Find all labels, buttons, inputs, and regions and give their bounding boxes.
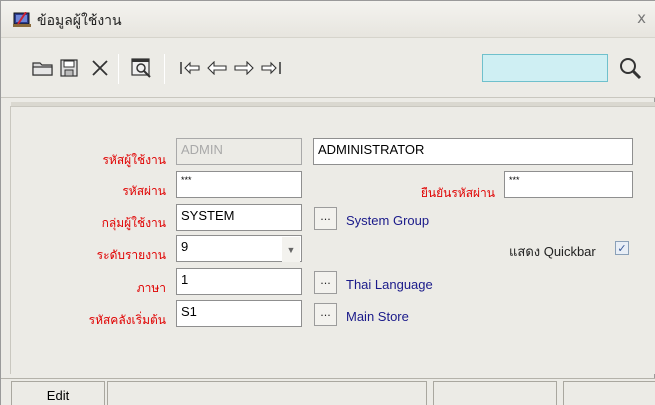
toolbar-separator <box>118 54 119 84</box>
quickbar-label: แสดง Quickbar <box>509 244 596 259</box>
window-title: ข้อมูลผู้ใช้งาน <box>37 13 122 29</box>
status-panel <box>107 381 427 405</box>
language-description: Thai Language <box>346 277 433 292</box>
magnifier-icon <box>620 58 642 80</box>
report-level-label: ระดับรายงาน <box>96 248 166 262</box>
previous-record-icon[interactable] <box>204 55 230 81</box>
save-icon[interactable] <box>56 55 82 81</box>
language-label: ภาษา <box>136 281 166 295</box>
open-folder-icon[interactable] <box>30 55 56 81</box>
default-store-description: Main Store <box>346 309 409 324</box>
user-group-description: System Group <box>346 213 430 228</box>
status-panel <box>433 381 557 405</box>
user-code-field: ADMIN <box>176 138 302 165</box>
report-level-value: 9 <box>181 239 189 254</box>
toolbar-separator <box>164 54 165 84</box>
status-mode: Edit <box>11 381 105 405</box>
preview-icon[interactable] <box>129 55 155 81</box>
next-record-icon[interactable] <box>231 55 257 81</box>
report-level-select[interactable]: 9 ▼ <box>176 235 302 262</box>
default-store-label: รหัสคลังเริ่มต้น <box>88 313 166 327</box>
user-group-label: กลุ่มผู้ใช้งาน <box>101 216 166 230</box>
last-record-icon[interactable] <box>258 55 284 81</box>
chevron-down-icon[interactable]: ▼ <box>282 237 300 262</box>
user-group-field[interactable]: SYSTEM <box>176 204 302 231</box>
password-field[interactable]: *** <box>176 171 302 198</box>
user-code-label: รหัสผู้ใช้งาน <box>102 153 166 167</box>
app-icon <box>13 11 31 28</box>
language-field[interactable]: 1 <box>176 268 302 295</box>
default-store-lookup-button[interactable]: ... <box>314 303 337 326</box>
first-record-icon[interactable] <box>177 55 203 81</box>
quickbar-checkbox[interactable]: ✓ <box>615 241 629 255</box>
confirm-password-label: ยืนยันรหัสผ่าน <box>420 186 495 200</box>
delete-icon[interactable] <box>87 55 113 81</box>
language-lookup-button[interactable]: ... <box>314 271 337 294</box>
search-button[interactable] <box>618 56 642 80</box>
search-input[interactable] <box>482 54 608 82</box>
user-name-field[interactable]: ADMINISTRATOR <box>313 138 633 165</box>
confirm-password-field[interactable]: *** <box>504 171 633 198</box>
close-button[interactable]: x <box>637 9 646 27</box>
title-bar: ข้อมูลผู้ใช้งาน x <box>1 1 655 38</box>
user-info-window: ข้อมูลผู้ใช้งาน x รหัสผู้ใช้งาน ADMIN AD… <box>0 0 655 405</box>
user-group-lookup-button[interactable]: ... <box>314 207 337 230</box>
password-label: รหัสผ่าน <box>122 184 166 198</box>
default-store-field[interactable]: S1 <box>176 300 302 327</box>
status-panel <box>563 381 655 405</box>
status-bar: Edit <box>1 378 655 405</box>
